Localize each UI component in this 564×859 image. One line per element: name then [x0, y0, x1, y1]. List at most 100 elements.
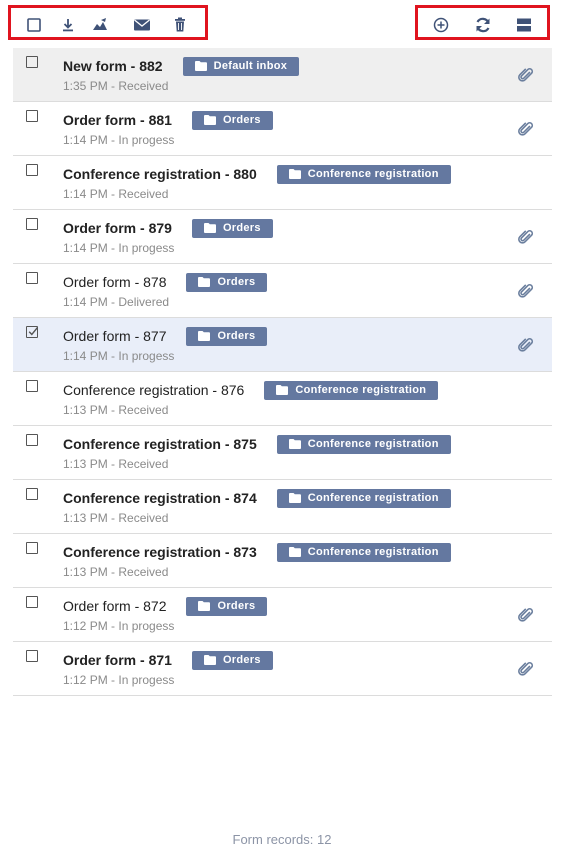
folder-label: Orders [217, 276, 256, 288]
row-title-line: Order form - 881 Orders [63, 110, 273, 130]
folder-label: Orders [217, 600, 256, 612]
folder-icon [198, 601, 217, 611]
folder-badge[interactable]: Conference registration [276, 488, 451, 508]
row-status: 1:13 PM - Received [63, 511, 169, 525]
folder-icon [288, 547, 308, 557]
row-title: Order form - 878 [63, 274, 167, 290]
mail-icon[interactable] [133, 16, 151, 34]
folder-badge[interactable]: Orders [186, 596, 268, 616]
folder-badge[interactable]: Conference registration [276, 434, 451, 454]
row-title-line: Order form - 871 Orders [63, 650, 273, 670]
folder-icon [198, 277, 217, 287]
row-checkbox[interactable] [26, 488, 38, 500]
folder-label: Conference registration [295, 384, 427, 396]
list-item[interactable]: Order form - 877 Orders 1:14 PM - In proge… [13, 318, 552, 372]
row-checkbox[interactable] [26, 596, 38, 608]
row-status: 1:13 PM - Received [63, 457, 169, 471]
toolbar-right-group [415, 5, 550, 40]
folder-badge[interactable]: Conference registration [264, 380, 439, 400]
attachment-icon[interactable] [518, 607, 535, 624]
folder-badge[interactable]: Orders [186, 272, 268, 292]
folder-icon [203, 115, 223, 125]
row-checkbox[interactable] [26, 326, 39, 338]
list-item[interactable]: Conference registration - 880 Conference … [13, 156, 552, 210]
row-checkbox[interactable] [26, 110, 38, 122]
layout-toggle-icon[interactable] [515, 16, 533, 34]
select-all-checkbox-icon[interactable] [25, 16, 43, 34]
row-title-line: Order form - 878 Orders [63, 272, 268, 292]
list-item[interactable]: Conference registration - 873 Conference … [13, 534, 552, 588]
row-status: 1:14 PM - In progess [63, 133, 175, 147]
list-item[interactable]: Conference registration - 874 Conference … [13, 480, 552, 534]
form-records-count: Form records: 12 [232, 832, 332, 847]
folder-icon [198, 331, 217, 341]
folder-badge[interactable]: Orders [191, 218, 273, 238]
row-checkbox[interactable] [26, 56, 38, 68]
row-status: 1:14 PM - In progess [63, 349, 175, 363]
row-title: New form - 882 [63, 58, 163, 74]
row-title-line: Order form - 872 Orders [63, 596, 268, 616]
attachment-icon[interactable] [518, 283, 535, 300]
list-item[interactable]: Order form - 879 Orders 1:14 PM - In proge… [13, 210, 552, 264]
folder-badge[interactable]: Orders [186, 326, 268, 346]
list-item[interactable]: Conference registration - 876 Conference … [13, 372, 552, 426]
row-status: 1:12 PM - In progess [63, 673, 175, 687]
row-checkbox[interactable] [26, 272, 38, 284]
attachment-icon[interactable] [518, 121, 535, 138]
folder-label: Conference registration [307, 492, 439, 504]
row-title-line: Conference registration - 880 Conference … [63, 164, 451, 184]
row-title-line: Conference registration - 873 Conference … [63, 542, 451, 562]
folder-label: Conference registration [307, 546, 439, 558]
folder-badge[interactable]: Conference registration [276, 164, 451, 184]
folder-label: Default inbox [213, 60, 288, 72]
download-icon[interactable] [59, 16, 77, 34]
row-checkbox[interactable] [26, 434, 38, 446]
row-status: 1:14 PM - Delivered [63, 295, 170, 309]
trash-icon[interactable] [171, 16, 189, 34]
row-checkbox[interactable] [26, 650, 38, 662]
row-title-line: Conference registration - 876 Conference … [63, 380, 439, 400]
row-status: 1:12 PM - In progess [63, 619, 175, 633]
refresh-icon[interactable] [474, 16, 492, 34]
folder-label: Orders [217, 330, 256, 342]
row-status: 1:35 PM - Received [63, 79, 169, 93]
row-checkbox[interactable] [26, 542, 38, 554]
row-status: 1:14 PM - In progess [63, 241, 175, 255]
attachment-icon[interactable] [518, 67, 535, 84]
list-item[interactable]: Order form - 881 Orders 1:14 PM - In proge… [13, 102, 552, 156]
row-checkbox[interactable] [26, 218, 38, 230]
toolbar-left-group [8, 5, 208, 40]
folder-badge[interactable]: Conference registration [276, 542, 451, 562]
row-title: Conference registration - 876 [63, 382, 245, 398]
list-item[interactable]: New form - 882 Default inbox 1:35 PM - Rec… [13, 48, 552, 102]
row-title-line: Conference registration - 874 Conference … [63, 488, 451, 508]
row-title: Conference registration - 874 [63, 490, 257, 506]
folder-badge[interactable]: Orders [191, 650, 273, 670]
form-list: New form - 882 Default inbox 1:35 PM - Rec… [13, 48, 552, 696]
row-checkbox[interactable] [26, 380, 38, 392]
folder-icon [288, 439, 308, 449]
row-title: Conference registration - 880 [63, 166, 257, 182]
list-item[interactable]: Order form - 872 Orders 1:12 PM - In proge… [13, 588, 552, 642]
folder-label: Conference registration [307, 168, 439, 180]
attachment-icon[interactable] [518, 229, 535, 246]
list-item[interactable]: Order form - 878 Orders 1:14 PM - Delivere… [13, 264, 552, 318]
list-item[interactable]: Conference registration - 875 Conference … [13, 426, 552, 480]
folder-label: Orders [222, 114, 261, 126]
attachment-icon[interactable] [518, 661, 535, 678]
folder-badge[interactable]: Default inbox [182, 56, 300, 76]
list-item[interactable]: Order form - 871 Orders 1:12 PM - In proge… [13, 642, 552, 696]
attachment-icon[interactable] [518, 337, 535, 354]
row-title: Order form - 877 [63, 328, 167, 344]
row-status: 1:13 PM - Received [63, 565, 169, 579]
add-circle-icon[interactable] [432, 16, 450, 34]
row-status: 1:14 PM - Received [63, 187, 169, 201]
row-checkbox[interactable] [26, 164, 38, 176]
row-title: Order form - 879 [63, 220, 172, 236]
row-title: Order form - 872 [63, 598, 167, 614]
folder-badge[interactable]: Orders [191, 110, 273, 130]
folder-label: Orders [222, 222, 261, 234]
row-title: Conference registration - 875 [63, 436, 257, 452]
sign-icon[interactable] [91, 16, 109, 34]
folder-icon [203, 655, 223, 665]
